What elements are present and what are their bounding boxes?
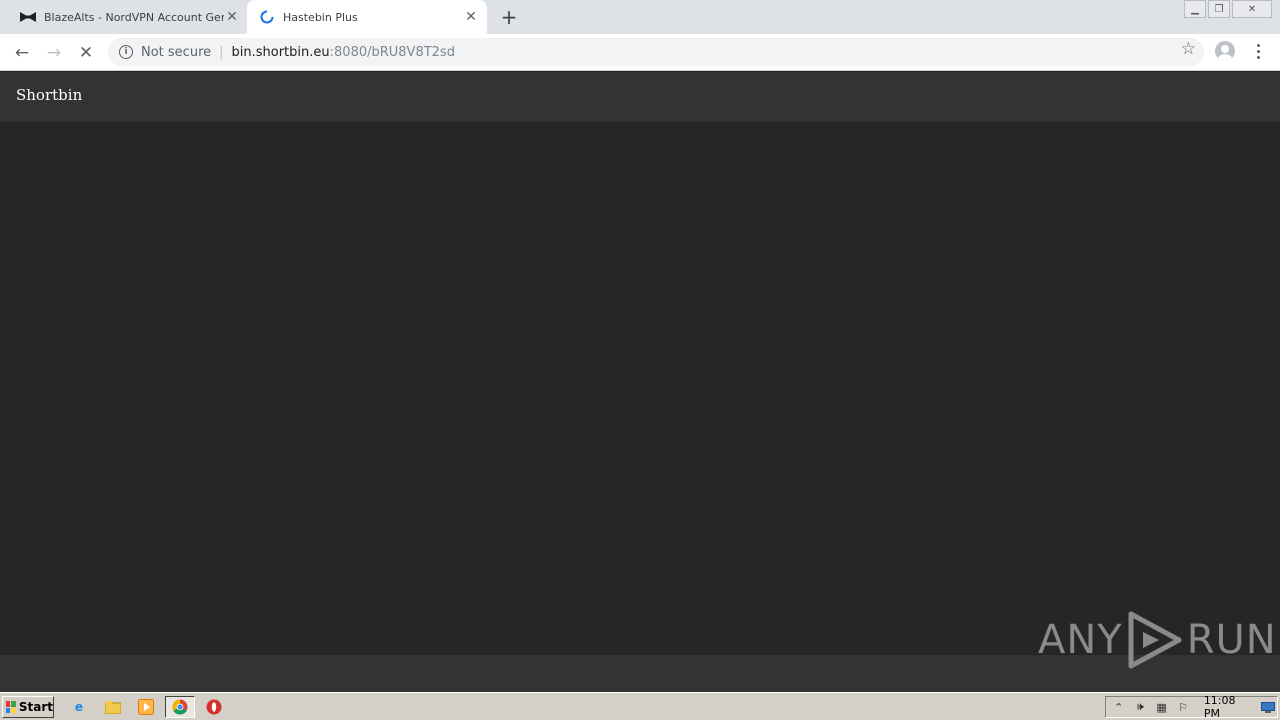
divider: |: [219, 44, 224, 60]
stop-loading-icon[interactable]: ✕: [73, 40, 99, 66]
site-brand[interactable]: Shortbin: [16, 86, 82, 104]
media-player-icon[interactable]: [137, 698, 155, 716]
play-triangle-icon: [1128, 611, 1182, 669]
loading-spinner-icon: [259, 9, 275, 25]
opera-icon[interactable]: [205, 698, 223, 716]
tab-close-icon[interactable]: ✕: [224, 9, 240, 25]
system-tray: ⌃ 🕪 ▦ ⚐ 11:08 PM: [1105, 694, 1278, 720]
action-center-flag-icon[interactable]: ⚐: [1174, 699, 1191, 715]
anyrun-watermark: ANY RUN: [1038, 608, 1277, 672]
forward-arrow-icon[interactable]: →: [41, 40, 67, 66]
tab-hastebin-plus[interactable]: Hastebin Plus ✕: [247, 0, 487, 34]
start-button[interactable]: Start: [2, 696, 54, 718]
site-header: Shortbin: [0, 72, 1280, 122]
profile-avatar-icon[interactable]: [1215, 41, 1235, 61]
minimize-button[interactable]: ▁: [1184, 0, 1206, 18]
back-arrow-icon[interactable]: ←: [9, 40, 35, 66]
info-icon[interactable]: i: [119, 45, 133, 59]
start-label: Start: [18, 700, 53, 714]
show-desktop-icon[interactable]: [1260, 699, 1277, 715]
new-tab-button[interactable]: +: [498, 5, 520, 29]
chrome-icon[interactable]: [165, 696, 195, 718]
volume-icon[interactable]: 🕪: [1131, 699, 1148, 715]
network-icon[interactable]: ▦: [1153, 699, 1170, 715]
address-bar[interactable]: i Not secure | bin.shortbin.eu :8080/bRU…: [108, 38, 1204, 66]
url-host: bin.shortbin.eu: [231, 44, 330, 60]
browser-menu-icon[interactable]: [1251, 42, 1265, 60]
internet-explorer-icon[interactable]: e: [70, 698, 88, 716]
bowtie-icon: [20, 9, 36, 25]
paste-content-area: [0, 122, 1280, 655]
file-explorer-icon[interactable]: [104, 698, 122, 716]
browser-toolbar: ← → ✕ i Not secure | bin.shortbin.eu :80…: [0, 34, 1280, 71]
security-label: Not secure: [141, 44, 212, 60]
clock[interactable]: 11:08 PM: [1204, 694, 1254, 720]
tab-title: BlazeAlts - NordVPN Account Genera: [44, 10, 224, 24]
windows-logo-icon: [6, 701, 16, 713]
url-path: :8080/bRU8V8T2sd: [329, 44, 455, 60]
restore-button[interactable]: ❐: [1208, 0, 1230, 18]
bookmark-star-icon[interactable]: ☆: [1181, 39, 1196, 59]
watermark-text-left: ANY: [1038, 617, 1123, 663]
show-hidden-icons-icon[interactable]: ⌃: [1110, 699, 1127, 715]
close-window-button[interactable]: ✕: [1232, 0, 1272, 18]
tab-title: Hastebin Plus: [283, 10, 358, 24]
tab-strip: BlazeAlts - NordVPN Account Genera ✕ Has…: [0, 0, 1280, 34]
tab-blazealts[interactable]: BlazeAlts - NordVPN Account Genera ✕: [8, 0, 248, 34]
tab-close-icon[interactable]: ✕: [463, 9, 479, 25]
os-taskbar: Start e ⌃ 🕪 ▦ ⚐ 11:08 PM: [0, 692, 1280, 720]
watermark-text-right: RUN: [1186, 617, 1277, 663]
